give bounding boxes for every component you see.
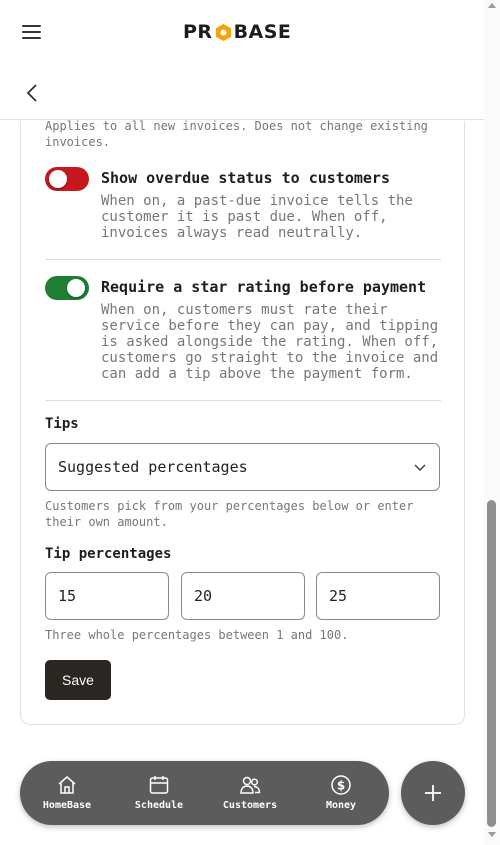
tips-label: Tips (45, 416, 79, 432)
logo-hexagon-icon (215, 23, 231, 41)
logo-text-left: PR (183, 21, 213, 43)
sub-header (0, 62, 484, 120)
plus-icon (425, 785, 441, 801)
svg-text:$: $ (337, 779, 345, 793)
tips-help-text: Customers pick from your percentages bel… (45, 499, 414, 529)
hamburger-menu-icon[interactable] (22, 24, 42, 40)
star-rating-toggle[interactable] (45, 276, 89, 300)
logo-text-right: BASE (233, 21, 292, 43)
scroll-up-arrow-icon[interactable] (488, 3, 496, 8)
tip-percentage-input-2[interactable] (181, 572, 305, 620)
divider (45, 259, 441, 260)
calendar-icon (149, 776, 169, 794)
star-rating-description: When on, customers must rate their servi… (101, 302, 439, 382)
tips-mode-value: Suggested percentages (58, 458, 248, 476)
add-fab-button[interactable] (401, 761, 465, 825)
save-button[interactable]: Save (45, 660, 111, 700)
nav-label-customers: Customers (222, 800, 278, 811)
tips-mode-select[interactable]: Suggested percentages (45, 443, 440, 491)
overdue-status-description: When on, a past-due invoice tells the cu… (101, 193, 413, 241)
top-bar: PR BASE (0, 0, 484, 62)
bottom-nav: HomeBase Schedule Customers $ Money (20, 761, 389, 825)
nav-label-homebase: HomeBase (42, 800, 92, 811)
overdue-status-toggle[interactable] (45, 167, 89, 191)
scrollbar-thumb[interactable] (487, 500, 496, 827)
chevron-down-icon (414, 464, 426, 472)
tip-percentages-label: Tip percentages (45, 546, 172, 562)
users-icon (240, 776, 261, 794)
tip-percentage-input-3[interactable] (316, 572, 440, 620)
nav-label-schedule: Schedule (134, 800, 184, 811)
nav-item-homebase[interactable]: HomeBase (32, 761, 102, 825)
probase-logo[interactable]: PR BASE (183, 19, 291, 45)
divider (45, 400, 441, 401)
dollar-icon: $ (331, 775, 351, 795)
top-note: Applies to all new invoices. Does not ch… (45, 119, 428, 149)
nav-item-customers[interactable]: Customers (215, 761, 285, 825)
nav-item-money[interactable]: $ Money (306, 761, 376, 825)
scroll-down-arrow-icon[interactable] (488, 832, 496, 837)
nav-label-money: Money (325, 800, 357, 811)
tip-percentages-help-text: Three whole percentages between 1 and 10… (45, 628, 349, 642)
home-icon (58, 776, 76, 794)
overdue-status-title: Show overdue status to customers (101, 169, 390, 187)
back-chevron-icon[interactable] (22, 82, 44, 104)
nav-item-schedule[interactable]: Schedule (124, 761, 194, 825)
page-scrollbar[interactable] (484, 0, 500, 845)
invoice-settings-card: Applies to all new invoices. Does not ch… (20, 119, 465, 725)
tip-percentage-input-1[interactable] (45, 572, 169, 620)
star-rating-title: Require a star rating before payment (101, 278, 427, 296)
